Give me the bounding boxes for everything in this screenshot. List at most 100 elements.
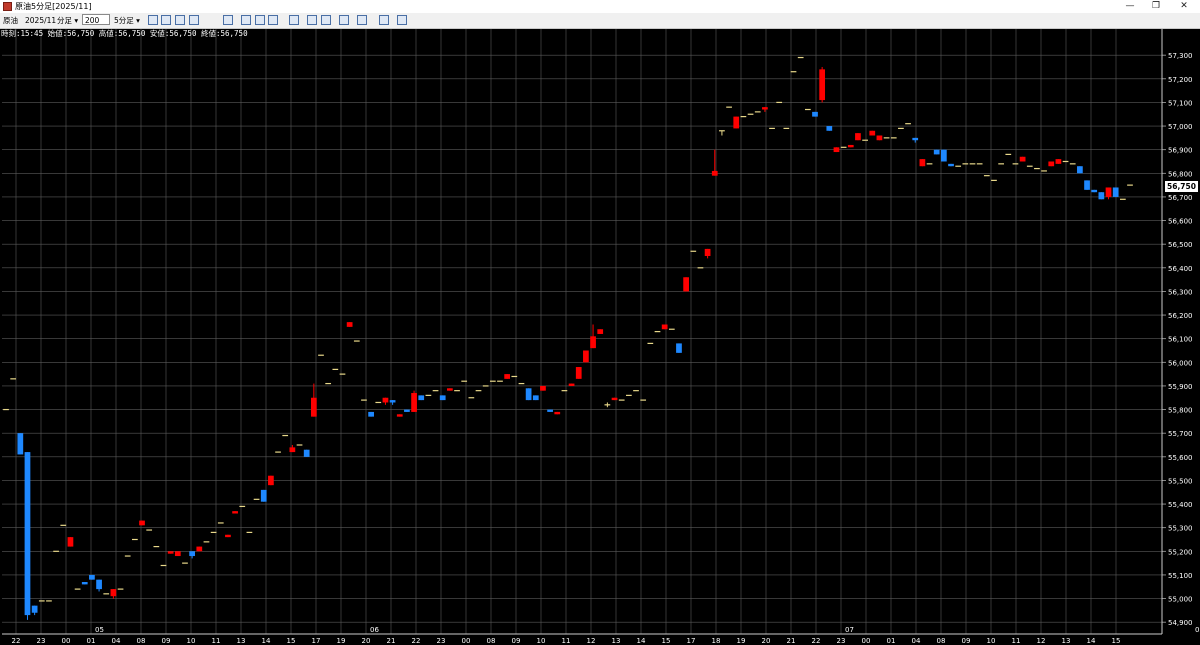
candle-body xyxy=(826,126,833,131)
price-tick-label: 56,900 xyxy=(1168,147,1193,155)
symbol-label[interactable]: 原油 xyxy=(3,14,18,27)
close-button[interactable]: ✕ xyxy=(1170,0,1198,13)
minimize-button[interactable]: — xyxy=(1116,0,1144,13)
layout-icon[interactable] xyxy=(357,15,367,25)
price-tick-label: 57,200 xyxy=(1168,76,1193,84)
candle-body xyxy=(540,385,546,391)
hand-icon[interactable] xyxy=(161,15,171,25)
candle-body xyxy=(382,397,389,403)
time-tick-label: 19 xyxy=(737,637,746,645)
time-tick-label: 14 xyxy=(262,637,271,645)
candle-body xyxy=(855,133,861,141)
time-tick-label: 13 xyxy=(1062,637,1071,645)
time-tick-label: 15 xyxy=(287,637,296,645)
candle-body xyxy=(89,574,95,580)
indicator-icon[interactable] xyxy=(307,15,317,25)
candle-body xyxy=(1055,159,1062,164)
candle-body xyxy=(547,409,553,412)
timeframe-select[interactable]: 5分足 ▾ xyxy=(114,14,140,27)
candle-body xyxy=(597,329,604,334)
time-tick-label: 10 xyxy=(987,637,996,645)
candle-body xyxy=(661,324,668,330)
candle-body xyxy=(447,388,453,391)
candle-body xyxy=(1077,166,1083,174)
date-label: 08 xyxy=(1195,626,1200,634)
candle-body xyxy=(819,69,826,101)
price-tick-label: 54,900 xyxy=(1168,619,1193,627)
candle-body xyxy=(948,163,954,167)
candle-body xyxy=(1098,192,1105,200)
candle-body xyxy=(683,277,689,292)
date-label: 07 xyxy=(845,626,854,634)
compare-icon[interactable] xyxy=(321,15,331,25)
price-tick-label: 56,300 xyxy=(1168,288,1193,296)
interval-mode-select[interactable]: 分足 ▾ xyxy=(57,14,78,27)
time-tick-label: 12 xyxy=(1037,637,1046,645)
time-tick-label: 22 xyxy=(412,637,421,645)
candle-body xyxy=(711,170,718,176)
app-icon xyxy=(3,2,12,11)
bar-count-input[interactable]: 200 xyxy=(82,14,110,25)
candle-body xyxy=(1019,156,1026,162)
line-tool-icon[interactable] xyxy=(189,15,199,25)
time-tick-label: 21 xyxy=(387,637,396,645)
candle-body xyxy=(17,433,24,455)
candle-body xyxy=(81,582,88,585)
grid-icon[interactable] xyxy=(255,15,265,25)
candle-body xyxy=(24,452,31,616)
time-tick-label: 08 xyxy=(487,637,496,645)
window-icon[interactable] xyxy=(241,15,251,25)
time-tick-label: 23 xyxy=(837,637,846,645)
candle-body xyxy=(404,409,410,412)
candle-body xyxy=(940,149,947,162)
candle-body xyxy=(554,411,561,415)
export-icon[interactable] xyxy=(379,15,389,25)
price-tick-label: 56,400 xyxy=(1168,265,1193,273)
price-tick-label: 55,700 xyxy=(1168,430,1193,438)
candle-body xyxy=(1048,161,1055,167)
price-tick-label: 55,600 xyxy=(1168,454,1193,462)
time-tick-label: 19 xyxy=(337,637,346,645)
time-tick-label: 11 xyxy=(212,637,221,645)
date-label: 05 xyxy=(95,626,104,634)
price-tick-label: 55,000 xyxy=(1168,596,1193,604)
candle-body xyxy=(583,350,589,363)
candle-body xyxy=(847,144,854,148)
candle-body xyxy=(310,397,317,417)
zoom-icon[interactable] xyxy=(223,15,233,25)
ohlc-readout: 時刻:15:45 始値:56,750 高値:56,750 安値:56,750 終… xyxy=(1,29,248,38)
price-tick-label: 55,800 xyxy=(1168,407,1193,415)
candle-body xyxy=(268,475,274,486)
time-tick-label: 15 xyxy=(1112,637,1121,645)
time-tick-label: 00 xyxy=(462,637,471,645)
contract-label[interactable]: 2025/11 xyxy=(25,14,56,27)
candle-body xyxy=(225,534,231,538)
multi-chart-icon[interactable] xyxy=(339,15,349,25)
bar-chart-icon[interactable] xyxy=(289,15,299,25)
pencil-icon[interactable] xyxy=(175,15,185,25)
candle-body xyxy=(733,116,740,129)
candle-body xyxy=(139,520,145,526)
price-tick-label: 55,200 xyxy=(1168,548,1193,556)
time-tick-label: 13 xyxy=(612,637,621,645)
time-tick-label: 01 xyxy=(887,637,896,645)
time-tick-label: 09 xyxy=(162,637,171,645)
candle-body xyxy=(346,322,353,327)
window-title: 原油5分足[2025/11] xyxy=(15,2,92,11)
candlestick-chart[interactable]: 57,300 57,200 57,100 57,000 56,900 56,800 56,7… xyxy=(0,29,1200,645)
time-tick-label: 20 xyxy=(362,637,371,645)
price-tick-label: 56,500 xyxy=(1168,241,1193,249)
title-bar: 原油5分足[2025/11] — ❐ ✕ xyxy=(0,0,1200,13)
candle-body xyxy=(504,374,511,379)
time-tick-label: 04 xyxy=(112,637,121,645)
price-tick-label: 55,300 xyxy=(1168,525,1193,533)
candle-body xyxy=(289,447,296,453)
cursor-icon[interactable] xyxy=(148,15,158,25)
time-tick-label: 23 xyxy=(437,637,446,645)
time-tick-label: 10 xyxy=(537,637,546,645)
candle-body xyxy=(418,395,425,401)
maximize-button[interactable]: ❐ xyxy=(1142,0,1170,13)
candle-body xyxy=(869,130,876,136)
table-icon[interactable] xyxy=(268,15,278,25)
refresh-icon[interactable] xyxy=(397,15,407,25)
